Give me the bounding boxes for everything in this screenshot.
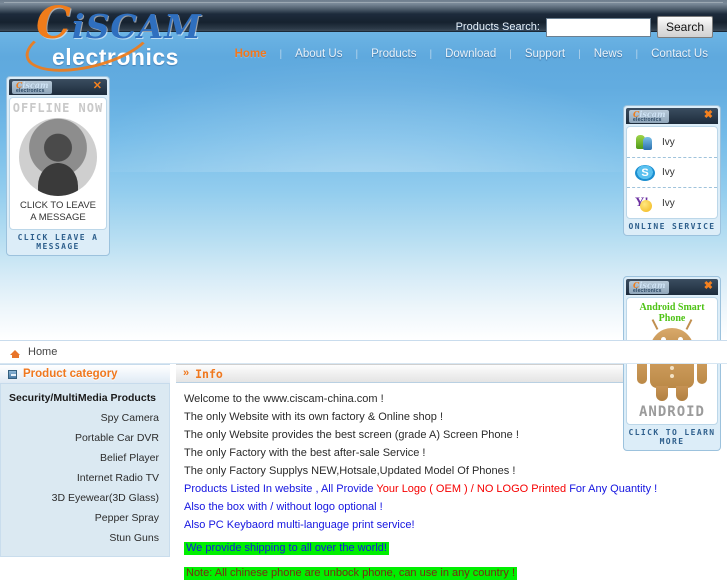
offline-chat-widget[interactable]: Ciscam electronics ✕ OFFLINE NOW CLICK T… xyxy=(6,76,110,256)
widget-logo-sub: electronics xyxy=(633,116,662,123)
category-box-icon xyxy=(8,369,17,379)
breadcrumb-home[interactable]: Home xyxy=(28,346,57,358)
info-line-highlight: We provide shipping to all over the worl… xyxy=(184,542,389,555)
offline-message[interactable]: CLICK TO LEAVE A MESSAGE xyxy=(10,198,106,229)
home-icon xyxy=(10,347,21,358)
online-widget-footer: ONLINE SERVICE xyxy=(628,222,716,231)
nav-item-about-us[interactable]: About Us xyxy=(282,48,355,60)
oem-part2: Your Logo ( OEM ) / NO LOGO Printed xyxy=(376,483,570,495)
widget-logo-sub: electronics xyxy=(633,287,662,294)
search-button[interactable]: Search xyxy=(656,16,713,38)
offline-widget-body: OFFLINE NOW CLICK TO LEAVE A MESSAGE xyxy=(9,97,107,230)
site-logo[interactable]: CiSCAM electronics xyxy=(19,1,210,83)
info-line-oem: Products Listed In website , All Provide… xyxy=(184,481,657,499)
info-panel-header: » Info xyxy=(176,364,623,383)
info-line: Also PC Keybaord multi-language print se… xyxy=(184,519,415,531)
content-area: Product category Security/MultiMedia Pro… xyxy=(0,364,727,580)
nav-separator: | xyxy=(429,48,433,60)
offline-widget-footer[interactable]: CLICK LEAVE A MESSAGE xyxy=(9,230,107,253)
widget-titlebar: Ciscam electronics ✖ xyxy=(626,279,718,295)
product-search: Products Search: Search xyxy=(456,16,713,38)
sidebar-item-3d-eyewear[interactable]: 3D Eyewear(3D Glass) xyxy=(9,488,161,508)
contact-name: Ivy xyxy=(662,136,675,148)
info-line-note: Note: All chinese phone are unbock phone… xyxy=(184,567,517,580)
oem-part3: For Any Quantity ! xyxy=(569,483,658,495)
nav-separator: | xyxy=(279,48,283,60)
offline-message-line1: CLICK TO LEAVE xyxy=(19,200,97,211)
nav-item-support[interactable]: Support xyxy=(512,48,578,60)
skype-icon xyxy=(635,165,655,181)
sidebar-item-pepper-spray[interactable]: Pepper Spray xyxy=(9,508,161,528)
sidebar-item-portable-car-dvr[interactable]: Portable Car DVR xyxy=(9,428,161,448)
msn-icon xyxy=(635,133,655,151)
info-line-wrapper: Note: All chinese phone are unbock phone… xyxy=(184,560,623,585)
nav-separator: | xyxy=(509,48,512,60)
info-line: Welcome to the www.ciscam-china.com ! xyxy=(184,393,384,405)
sidebar-item-stun-guns[interactable]: Stun Guns xyxy=(9,528,161,548)
list-item[interactable]: Ivy xyxy=(627,188,717,218)
widget-logo: Ciscam electronics xyxy=(629,280,670,294)
widget-logo: Ciscam electronics xyxy=(12,80,53,94)
widget-logo-sub: electronics xyxy=(16,87,45,94)
info-line: The only Website provides the best scree… xyxy=(184,429,519,441)
chevron-right-icon: » xyxy=(183,367,190,379)
info-line: The only Website with its own factory & … xyxy=(184,411,444,423)
nav-item-contact-us[interactable]: Contact Us xyxy=(638,48,721,60)
nav-separator: | xyxy=(578,48,581,60)
main-navigation: Home | About Us | Products | Download | … xyxy=(222,48,721,60)
sidebar-item-spy-camera[interactable]: Spy Camera xyxy=(9,408,161,428)
sidebar-body: Security/MultiMedia Products Spy Camera … xyxy=(0,384,170,557)
android-promo-title: Android Smart Phone xyxy=(639,302,705,324)
info-line-wrapper: We provide shipping to all over the worl… xyxy=(184,535,623,560)
online-contacts-list: Ivy Ivy Ivy xyxy=(626,126,718,219)
info-panel-body: Welcome to the www.ciscam-china.com ! Th… xyxy=(176,383,657,585)
main-panel: » Info Welcome to the www.ciscam-china.c… xyxy=(176,364,657,585)
offline-message-line2: A MESSAGE xyxy=(30,211,86,223)
yahoo-icon xyxy=(635,194,655,212)
close-icon[interactable]: ✖ xyxy=(704,110,713,121)
nav-item-news[interactable]: News xyxy=(581,48,636,60)
widget-logo: Ciscam electronics xyxy=(629,109,670,123)
info-panel-title: Info xyxy=(195,366,223,381)
search-label: Products Search: xyxy=(455,21,540,33)
oem-part1: Products Listed In website , All Provide xyxy=(184,483,377,495)
sidebar-item-internet-radio-tv[interactable]: Internet Radio TV xyxy=(9,468,161,488)
nav-item-products[interactable]: Products xyxy=(358,48,429,60)
widget-titlebar: Ciscam electronics ✕ xyxy=(9,79,107,95)
nav-separator: | xyxy=(635,48,639,60)
nav-item-home[interactable]: Home xyxy=(222,48,280,60)
sidebar: Product category Security/MultiMedia Pro… xyxy=(0,364,170,557)
contact-name: Ivy xyxy=(662,197,675,209)
operator-photo xyxy=(19,118,97,196)
breadcrumb: Home xyxy=(0,340,727,364)
info-line: The only Factory with the best after-sal… xyxy=(184,447,426,459)
contact-name: Ivy xyxy=(662,167,675,178)
sidebar-item-belief-player[interactable]: Belief Player xyxy=(9,448,161,468)
offline-status-text: OFFLINE NOW xyxy=(12,101,104,115)
list-item[interactable]: Ivy xyxy=(627,127,717,158)
online-service-widget[interactable]: Ciscam electronics ✖ Ivy Ivy Ivy ONLINE … xyxy=(623,105,721,236)
close-icon[interactable]: ✕ xyxy=(93,81,102,92)
sidebar-title: Product category xyxy=(23,368,118,380)
info-line: Also the box with / without logo optiona… xyxy=(184,501,383,513)
list-item[interactable]: Ivy xyxy=(627,158,717,188)
sidebar-group-label: Security/MultiMedia Products xyxy=(9,392,157,404)
nav-item-download[interactable]: Download xyxy=(432,48,509,60)
sidebar-header: Product category xyxy=(0,364,170,384)
widget-titlebar: Ciscam electronics ✖ xyxy=(626,108,718,124)
close-icon[interactable]: ✖ xyxy=(704,281,713,292)
nav-separator: | xyxy=(355,48,359,60)
info-line: The only Factory Supplys NEW,Hotsale,Upd… xyxy=(184,465,516,477)
search-input[interactable] xyxy=(545,17,651,37)
